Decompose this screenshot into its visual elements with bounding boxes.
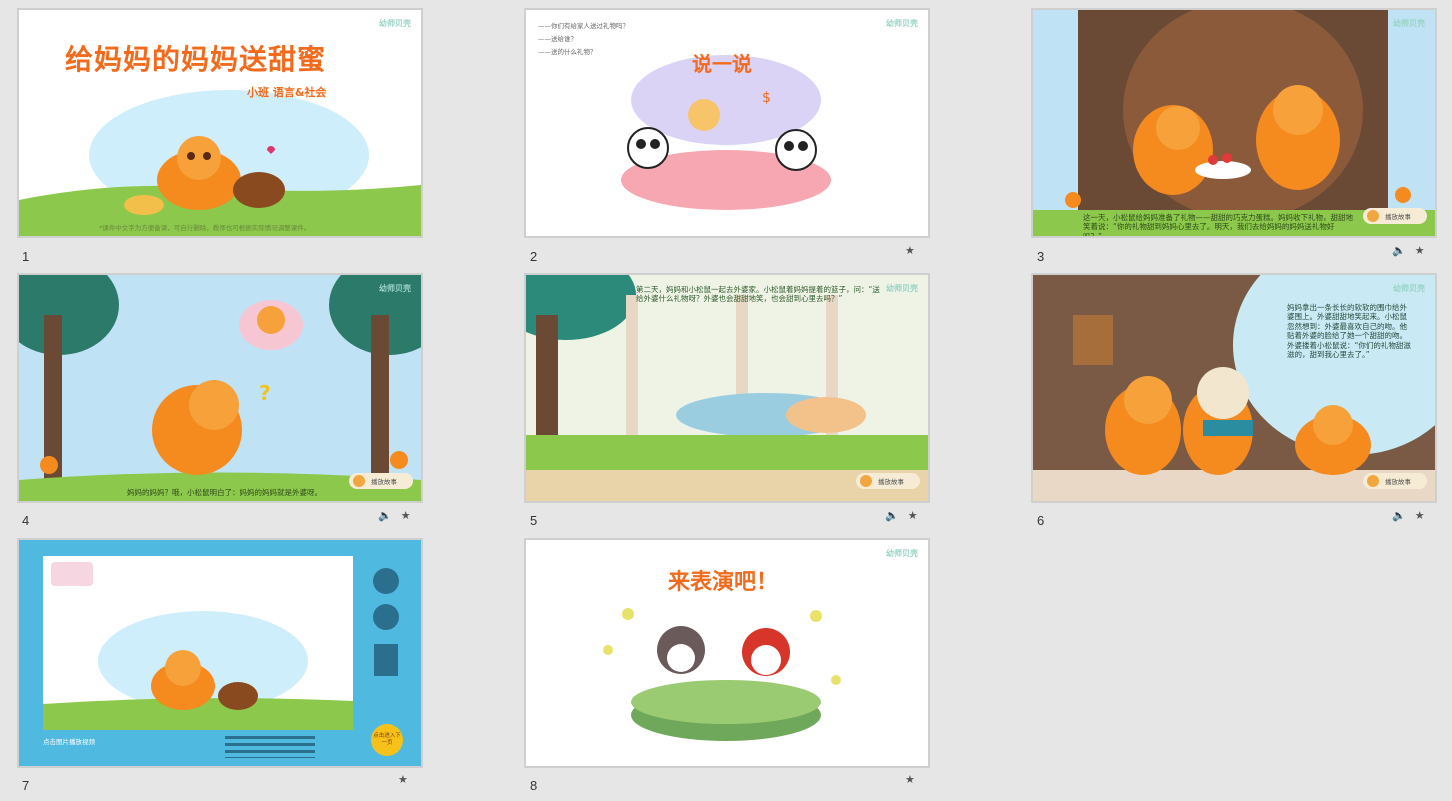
slide1-title: 给妈妈的妈妈送甜蜜 [65, 43, 327, 76]
speaker-icon [1367, 210, 1379, 222]
slide6-caption: 妈妈拿出一条长长的软软的围巾给外婆围上。外婆甜甜地笑起来。小松鼠忽然想到：外婆最… [1287, 303, 1411, 359]
slide-number-4: 4 [22, 513, 30, 528]
slide3-illustration [1033, 10, 1435, 236]
play-story-label: 播放故事 [1385, 213, 1411, 221]
slide7-side-panel [374, 644, 398, 676]
slide-number-3: 3 [1037, 249, 1045, 264]
slide8-logo: 幼师贝壳 [886, 549, 918, 558]
speaker-icon[interactable]: 🔈 [1392, 244, 1406, 257]
speaker-icon [860, 475, 872, 487]
slide3-status-icons: 🔈 ★ [1392, 244, 1425, 257]
slide5-play-story-button[interactable]: 播放故事 [856, 473, 920, 489]
slide7-side-button-1[interactable] [373, 568, 399, 594]
speaker-icon[interactable]: 🔈 [1392, 509, 1406, 522]
slide4-play-story-button[interactable]: 播放故事 [349, 473, 413, 489]
svg-text:$: $ [762, 90, 771, 106]
slide2-heading: 说一说 [692, 52, 752, 76]
slide2-line-1: ——你们有给家人送过礼物吗？ [538, 22, 629, 30]
slide4-status-icons: 🔈 ★ [378, 509, 411, 522]
slide2-line-2: ——送给谁？ [538, 35, 577, 43]
slide7-status-icons: ★ [398, 773, 408, 786]
star-icon[interactable]: ★ [905, 244, 915, 257]
slide2-line-3: ——送的什么礼物？ [538, 48, 597, 56]
play-story-label: 播放故事 [878, 478, 904, 486]
star-icon[interactable]: ★ [1415, 244, 1425, 257]
slide-thumbnail-4[interactable]: ? 妈妈的妈妈？哦，小松鼠明白了：妈妈的妈妈就是外婆呀。 播放故事 幼师贝壳 [17, 273, 423, 503]
svg-text:?: ? [259, 381, 271, 405]
slide1-footnote: *课件中文字为方便备课，可自行删除，教师也可根据实际情况调整课件。 [99, 224, 311, 232]
star-icon[interactable]: ★ [905, 773, 915, 786]
slide-thumbnail-6[interactable]: 妈妈拿出一条长长的软软的围巾给外婆围上。外婆甜甜地笑起来。小松鼠忽然想到：外婆最… [1031, 273, 1437, 503]
slide5-logo: 幼师贝壳 [886, 284, 918, 293]
slide1-subtitle: 小班 语言&社会 [247, 86, 327, 99]
slide2-illustration: $ [621, 55, 831, 210]
slide5-caption: 第二天，妈妈和小松鼠一起去外婆家。小松鼠着妈妈提着的篮子，问：“送给外婆什么礼物… [636, 285, 880, 304]
slide7-side-button-2[interactable] [373, 604, 399, 630]
slide-number-2: 2 [530, 249, 538, 264]
slide-thumbnail-7[interactable]: 点击图片播放视频 点击进入下一页 [17, 538, 423, 768]
next-button-label: 点击进入下一页 [373, 733, 401, 746]
slide5-illustration [526, 275, 928, 501]
slide-number-7: 7 [22, 778, 30, 793]
slide2-status-icons: ★ [905, 244, 915, 257]
star-icon[interactable]: ★ [401, 509, 411, 522]
slide6-status-icons: 🔈 ★ [1392, 509, 1425, 522]
slide1-logo: 幼师贝壳 [379, 19, 411, 28]
slide-number-5: 5 [530, 513, 538, 528]
speaker-icon [1367, 475, 1379, 487]
slide3-play-story-button[interactable]: 播放故事 [1363, 208, 1427, 224]
slide8-status-icons: ★ [905, 773, 915, 786]
play-story-label: 播放故事 [371, 478, 397, 486]
slide-thumbnail-3[interactable]: 这一天，小松鼠给妈妈准备了礼物——甜甜的巧克力蛋糕。妈妈收下礼物，甜甜地笑着说：… [1031, 8, 1437, 238]
slide7-next-button[interactable]: 点击进入下一页 [371, 724, 403, 756]
star-icon[interactable]: ★ [908, 509, 918, 522]
speaker-icon[interactable]: 🔈 [378, 509, 392, 522]
star-icon[interactable]: ★ [398, 773, 408, 786]
star-icon[interactable]: ★ [1415, 509, 1425, 522]
slide6-play-story-button[interactable]: 播放故事 [1363, 473, 1427, 489]
slide-number-6: 6 [1037, 513, 1045, 528]
slide6-logo: 幼师贝壳 [1393, 284, 1425, 293]
speaker-icon[interactable]: 🔈 [885, 509, 899, 522]
slide-thumbnail-8[interactable]: 来表演吧！ 幼师贝壳 [524, 538, 930, 768]
slide7-progress-lines [225, 736, 315, 758]
slide-thumbnail-2[interactable]: $ ——你们有给家人送过礼物吗？ ——送给谁？ ——送的什么礼物？ 说一说 幼师… [524, 8, 930, 238]
slide3-caption: 这一天，小松鼠给妈妈准备了礼物——甜甜的巧克力蛋糕。妈妈收下礼物，甜甜地笑着说：… [1083, 213, 1353, 238]
slide7-video-preview [43, 562, 353, 730]
slide-thumbnail-1[interactable]: 给妈妈的妈妈送甜蜜 小班 语言&社会 幼师贝壳 *课件中文字为方便备课，可自行删… [17, 8, 423, 238]
slide4-caption: 妈妈的妈妈？哦，小松鼠明白了：妈妈的妈妈就是外婆呀。 [127, 488, 322, 497]
slide4-illustration: ? [19, 275, 421, 501]
slide4-logo: 幼师贝壳 [379, 284, 411, 293]
slide7-hint: 点击图片播放视频 [43, 738, 95, 746]
slide8-heading: 来表演吧！ [668, 570, 779, 595]
slide5-status-icons: 🔈 ★ [885, 509, 918, 522]
slide-number-8: 8 [530, 778, 538, 793]
slide2-logo: 幼师贝壳 [886, 19, 918, 28]
slide-thumbnail-5[interactable]: 第二天，妈妈和小松鼠一起去外婆家。小松鼠着妈妈提着的篮子，问：“送给外婆什么礼物… [524, 273, 930, 503]
slide3-logo: 幼师贝壳 [1393, 19, 1425, 28]
slide-number-1: 1 [22, 249, 30, 264]
play-story-label: 播放故事 [1385, 478, 1411, 486]
speaker-icon [353, 475, 365, 487]
slide7-video-frame[interactable] [43, 556, 353, 730]
